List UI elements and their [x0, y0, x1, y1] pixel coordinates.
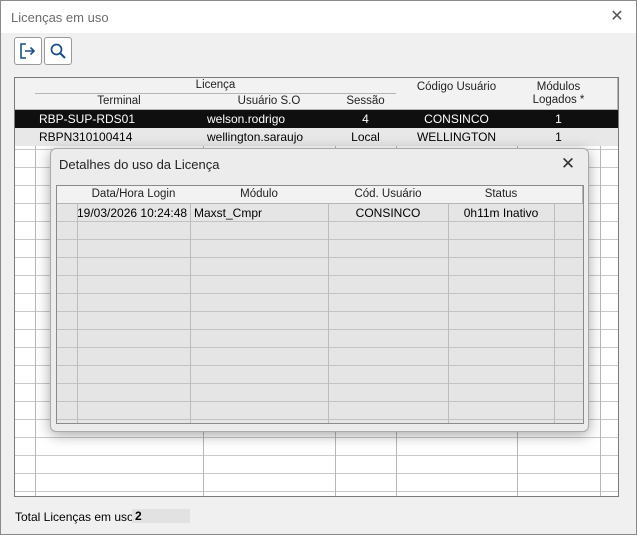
col-terminal-header[interactable]: Terminal [35, 94, 204, 110]
cell-modulos: 1 [555, 112, 562, 126]
col-cod-usuario-header[interactable]: Cód. Usuário [328, 186, 449, 204]
exit-icon [20, 43, 36, 59]
col-codigo-usuario-header[interactable]: Código Usuário [396, 78, 518, 110]
cell-cod-usuario: CONSINCO [355, 206, 421, 220]
cell-terminal: RBPN310100414 [39, 130, 133, 144]
licenca-group-header: Licença [35, 78, 397, 94]
dialog-close-button[interactable]: ✕ [556, 152, 580, 176]
cell-usuario-so: wellington.saraujo [207, 130, 304, 144]
col-sessao-header[interactable]: Sessão [335, 94, 397, 110]
window-close-button[interactable]: ✕ [606, 6, 628, 28]
cell-terminal: RBP-SUP-RDS01 [39, 112, 136, 126]
title-bar: Licenças em uso ✕ [1, 1, 636, 33]
detalhes-grid[interactable]: Data/Hora Login Módulo Cód. Usuário Stat… [56, 185, 584, 424]
exit-button[interactable] [14, 37, 42, 65]
cell-data-hora: 19/03/2026 10:24:48 [77, 206, 188, 220]
row-indicator-header [57, 186, 78, 204]
row-indicator-header [15, 78, 36, 110]
cell-sessao: Local [351, 130, 380, 144]
filler-header [600, 78, 618, 110]
table-row[interactable]: RBP-SUP-RDS01 welson.rodrigo 4 CONSINCO … [15, 110, 618, 128]
col-modulos-logados-header[interactable]: Módulos Logados * [517, 78, 601, 110]
cell-usuario-so: welson.rodrigo [207, 112, 286, 126]
search-icon [50, 43, 66, 59]
col-modulo-header[interactable]: Módulo [190, 186, 329, 204]
window-title: Licenças em uso [11, 10, 109, 25]
col-usuario-so-header[interactable]: Usuário S.O [203, 94, 336, 110]
table-row[interactable]: 19/03/2026 10:24:48 Maxst_Cmpr CONSINCO … [57, 204, 583, 222]
search-button[interactable] [44, 37, 72, 65]
cell-modulos: 1 [555, 130, 562, 144]
filler-header [554, 186, 583, 204]
cell-codigo-usuario: WELLINGTON [416, 130, 497, 144]
cell-status: 0h11m Inativo [463, 206, 539, 220]
cell-modulo: Maxst_Cmpr [194, 206, 263, 220]
total-licencas-label: Total Licenças em uso: [15, 510, 138, 524]
col-data-hora-header[interactable]: Data/Hora Login [77, 186, 191, 204]
table-row[interactable]: RBPN310100414 wellington.saraujo Local W… [15, 128, 618, 146]
col-status-header[interactable]: Status [448, 186, 555, 204]
cell-codigo-usuario: CONSINCO [424, 112, 489, 126]
detalhes-licenca-dialog: Detalhes do uso da Licença ✕ Data/Hora L… [50, 148, 589, 432]
cell-sessao: 4 [362, 112, 369, 126]
total-licencas-value: 2 [132, 509, 190, 523]
dialog-title: Detalhes do uso da Licença [59, 157, 220, 172]
